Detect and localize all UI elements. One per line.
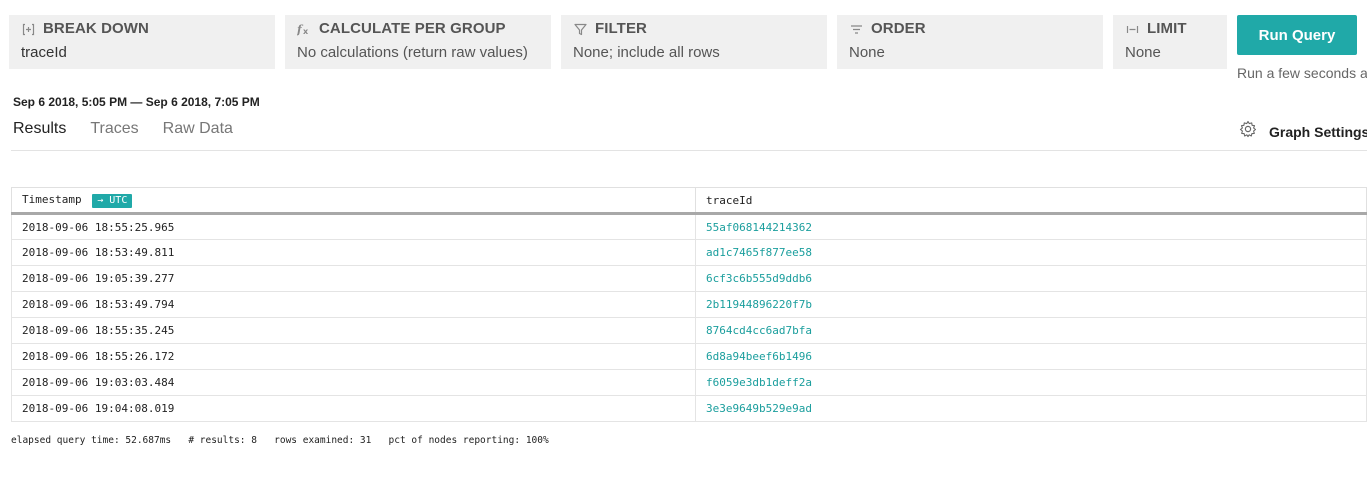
- run-query-button[interactable]: Run Query: [1237, 15, 1357, 55]
- stat-rows-examined: rows examined: 31: [274, 435, 372, 446]
- limit-icon: [1125, 22, 1139, 36]
- stat-pct-nodes: pct of nodes reporting: 100%: [388, 435, 549, 446]
- gear-icon: [1239, 120, 1257, 143]
- breakdown-icon: [21, 22, 35, 36]
- column-header-timestamp[interactable]: Timestamp → UTC: [11, 187, 696, 215]
- order-icon: [849, 22, 863, 36]
- function-icon: fx: [297, 22, 311, 36]
- table-header-row: Timestamp → UTC traceId: [11, 187, 1367, 215]
- query-stats: elapsed query time: 52.687ms # results: …: [11, 435, 549, 446]
- filter-title: FILTER: [595, 20, 647, 37]
- filter-icon: [573, 22, 587, 36]
- order-value: None: [849, 44, 885, 61]
- limit-clause[interactable]: LIMIT None: [1113, 15, 1227, 69]
- table-row: 2018-09-06 19:03:03.484 f6059e3db1deff2a: [11, 369, 1367, 396]
- table-row: 2018-09-06 18:55:26.172 6d8a94beef6b1496: [11, 343, 1367, 370]
- graph-settings-button[interactable]: Graph Settings: [1239, 120, 1367, 143]
- timestamp-cell: 2018-09-06 18:55:26.172: [11, 343, 696, 370]
- traceid-link[interactable]: 3e3e9649b529e9ad: [695, 395, 1367, 422]
- stat-results: # results: 8: [188, 435, 257, 446]
- timestamp-cell: 2018-09-06 18:55:25.965: [11, 213, 696, 240]
- table-row: 2018-09-06 18:53:49.794 2b11944896220f7b: [11, 291, 1367, 318]
- breakdown-value: traceId: [21, 44, 67, 61]
- limit-title: LIMIT: [1147, 20, 1187, 37]
- traceid-link[interactable]: 6d8a94beef6b1496: [695, 343, 1367, 370]
- column-header-traceid[interactable]: traceId: [695, 187, 1367, 215]
- timestamp-cell: 2018-09-06 18:55:35.245: [11, 317, 696, 344]
- calculate-clause[interactable]: fx CALCULATE PER GROUP No calculations (…: [285, 15, 551, 69]
- order-title: ORDER: [871, 20, 926, 37]
- traceid-link[interactable]: 8764cd4cc6ad7bfa: [695, 317, 1367, 344]
- timestamp-cell: 2018-09-06 19:03:03.484: [11, 369, 696, 396]
- run-hint: Run a few seconds ag: [1237, 65, 1367, 81]
- svg-text:x: x: [303, 27, 309, 36]
- traceid-link[interactable]: 55af068144214362: [695, 213, 1367, 240]
- traceid-link[interactable]: f6059e3db1deff2a: [695, 369, 1367, 396]
- calculate-value: No calculations (return raw values): [297, 44, 528, 61]
- traceid-link[interactable]: 2b11944896220f7b: [695, 291, 1367, 318]
- table-row: 2018-09-06 19:05:39.277 6cf3c6b555d9ddb6: [11, 265, 1367, 292]
- tab-raw-data[interactable]: Raw Data: [163, 119, 233, 139]
- traceid-link[interactable]: ad1c7465f877ee58: [695, 239, 1367, 266]
- filter-clause[interactable]: FILTER None; include all rows: [561, 15, 827, 69]
- timestamp-cell: 2018-09-06 19:04:08.019: [11, 395, 696, 422]
- breakdown-title: BREAK DOWN: [43, 20, 149, 37]
- graph-settings-label: Graph Settings: [1269, 123, 1367, 140]
- table-row: 2018-09-06 19:04:08.019 3e3e9649b529e9ad: [11, 395, 1367, 422]
- result-tabs: Results Traces Raw Data: [13, 119, 257, 139]
- limit-value: None: [1125, 44, 1161, 61]
- time-range[interactable]: Sep 6 2018, 5:05 PM — Sep 6 2018, 7:05 P…: [13, 95, 260, 109]
- table-row: 2018-09-06 18:55:35.245 8764cd4cc6ad7bfa: [11, 317, 1367, 344]
- calculate-title: CALCULATE PER GROUP: [319, 20, 506, 37]
- results-table: Timestamp → UTC traceId 2018-09-06 18:55…: [11, 187, 1367, 422]
- timezone-badge[interactable]: → UTC: [92, 193, 133, 208]
- order-clause[interactable]: ORDER None: [837, 15, 1103, 69]
- timestamp-cell: 2018-09-06 18:53:49.794: [11, 291, 696, 318]
- breakdown-clause[interactable]: BREAK DOWN traceId: [9, 15, 275, 69]
- filter-value: None; include all rows: [573, 44, 720, 61]
- tab-results[interactable]: Results: [13, 119, 66, 139]
- traceid-link[interactable]: 6cf3c6b555d9ddb6: [695, 265, 1367, 292]
- table-row: 2018-09-06 18:53:49.811 ad1c7465f877ee58: [11, 239, 1367, 266]
- table-row: 2018-09-06 18:55:25.965 55af068144214362: [11, 213, 1367, 240]
- timestamp-cell: 2018-09-06 18:53:49.811: [11, 239, 696, 266]
- tab-traces[interactable]: Traces: [90, 119, 138, 139]
- tabs-divider: [11, 150, 1367, 151]
- stat-elapsed: elapsed query time: 52.687ms: [11, 435, 172, 446]
- timestamp-cell: 2018-09-06 19:05:39.277: [11, 265, 696, 292]
